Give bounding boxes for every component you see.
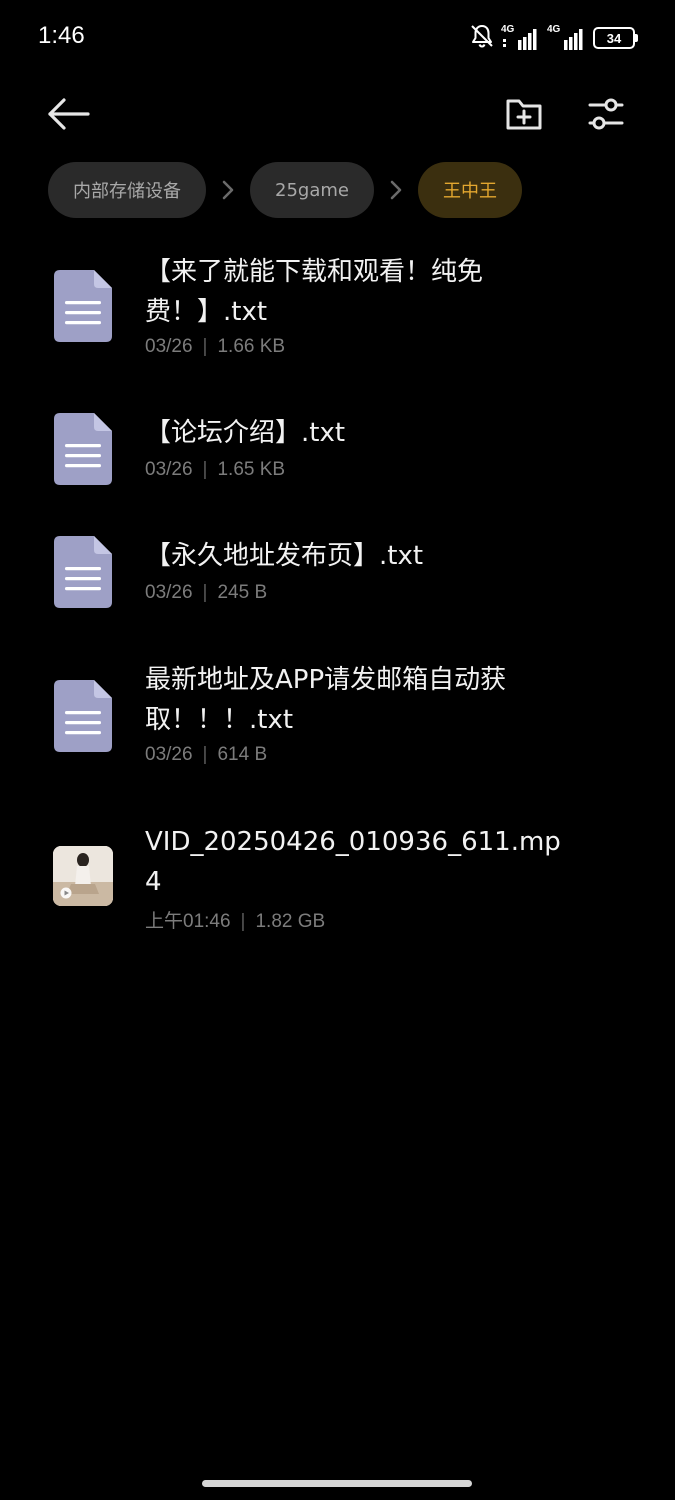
new-folder-button[interactable] [500,92,548,136]
folder-plus-icon [506,99,542,130]
battery-icon: 34 [593,27,638,49]
file-row[interactable]: VID_20250426_010936_611.mp4 上午01:46 | 1.82… [0,820,675,940]
signal-sim2-icon: 4G [547,24,587,50]
breadcrumb-item-25game[interactable]: 25game [250,162,374,218]
breadcrumb-item-internal-storage[interactable]: 内部存储设备 [48,162,206,218]
document-icon [54,536,112,608]
file-size: 245 B [217,582,268,603]
file-meta: 03/26 | 245 B [145,582,268,603]
file-row[interactable]: 【论坛介绍】.txt 03/26 | 1.65 KB [0,410,675,490]
status-time: 1:46 [38,22,85,49]
arrow-left-icon [48,98,90,130]
chevron-right-icon [206,162,250,218]
document-icon [54,413,112,485]
file-size: 1.66 KB [217,336,286,357]
file-name: 【永久地址发布页】.txt [145,541,424,571]
filter-button[interactable] [582,92,630,136]
file-size: 1.65 KB [217,459,286,480]
file-meta: 03/26 | 614 B [145,744,268,765]
file-name: 【论坛介绍】.txt [145,418,346,448]
file-date: 03/26 [145,336,193,357]
file-size: 614 B [217,744,268,765]
file-row[interactable]: 最新地址及APP请发邮箱自动获取！！！.txt 03/26 | 614 B [0,658,675,778]
bell-off-icon [469,23,495,53]
file-row[interactable]: 【永久地址发布页】.txt 03/26 | 245 B [0,533,675,613]
signal-sim1-icon: 4G [501,24,541,50]
sliders-icon [588,98,624,130]
file-date: 03/26 [145,582,193,603]
status-icons: 4G 4G 34 [469,22,638,54]
file-name: VID_20250426_010936_611.mp4 [145,827,561,897]
document-icon [54,680,112,752]
file-meta: 03/26 | 1.65 KB [145,459,286,480]
toolbar [0,80,675,150]
file-date: 上午01:46 [145,911,231,932]
breadcrumb-item-current[interactable]: 王中王 [417,162,522,218]
video-preview-image [53,846,113,906]
file-size: 1.82 GB [255,911,326,932]
file-date: 03/26 [145,459,193,480]
home-indicator[interactable] [202,1480,472,1487]
back-button[interactable] [44,92,94,136]
file-meta: 上午01:46 | 1.82 GB [145,911,326,932]
video-thumbnail [53,846,113,906]
file-row[interactable]: 【来了就能下载和观看！纯免费！】.txt 03/26 | 1.66 KB [0,250,675,370]
chevron-right-icon [374,162,418,218]
document-icon [54,270,112,342]
file-date: 03/26 [145,744,193,765]
status-bar: 1:46 4G 4G 34 [0,0,675,76]
file-name: 【来了就能下载和观看！纯免费！】.txt [145,257,484,327]
breadcrumb: 内部存储设备 25game 王中王 [48,161,522,219]
file-name: 最新地址及APP请发邮箱自动获取！！！.txt [145,665,507,735]
file-meta: 03/26 | 1.66 KB [145,336,286,357]
